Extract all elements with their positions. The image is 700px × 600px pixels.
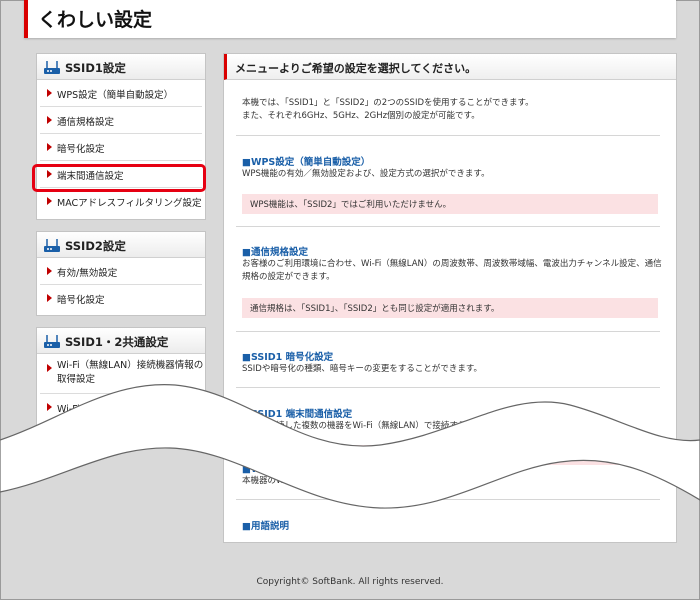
divider: [236, 499, 660, 500]
section-note: 通信規格は、「SSID1」、「SSID2」とも同じ設定が適用されます。: [242, 298, 658, 318]
sidebar-item-enable-disable[interactable]: 有効/無効設定: [40, 258, 202, 285]
footer-copyright: Copyright© SoftBank. All rights reserved…: [256, 577, 444, 587]
main-heading: メニューよりご希望の設定を選択してください。: [224, 54, 676, 80]
intro-text: 本機では、「SSID1」と「SSID2」の2つのSSIDを使用することができます…: [242, 98, 534, 121]
section-desc: SSIDや暗号化の種類、暗号キーの変更をすることができます。: [242, 364, 482, 374]
section-note: WPS機能は、「SSID2」ではご利用いただけません。: [242, 194, 658, 214]
sidebar-panel-ssid1: SSID1設定 WPS設定（簡単自動設定） 通信規格設定 暗号化設定 端末間通信…: [36, 53, 206, 220]
arrow-right-icon: [47, 267, 52, 275]
sidebar-panel-ssid2: SSID2設定 有効/無効設定 暗号化設定: [36, 231, 206, 316]
divider: [236, 226, 660, 227]
divider: [236, 135, 660, 136]
section-desc: 本機器のWi-Fi（無線LAN）: [242, 476, 348, 486]
sidebar-panel-common: SSID1・2共通設定 Wi-Fi（無線LAN）接続機器情報の取得設定 Wi-F…: [36, 327, 206, 447]
sidebar-panel-title: SSID2設定: [65, 239, 126, 253]
section-title-glossary[interactable]: ■用語説明: [242, 518, 289, 532]
sidebar-item-wifi[interactable]: Wi-Fi（無線LAN）: [40, 394, 202, 421]
arrow-right-icon: [47, 143, 52, 151]
sidebar-panel-heading: SSID1・2共通設定: [37, 328, 205, 354]
sidebar-item-label: 通信規格設定: [57, 117, 115, 128]
arrow-right-icon: [47, 294, 52, 302]
arrow-right-icon: [47, 364, 52, 372]
sidebar-item-label: MACアドレスフィルタリング設定: [57, 198, 202, 209]
page-title: くわしい設定: [38, 9, 153, 31]
sidebar-item-standard[interactable]: 通信規格設定: [40, 107, 202, 134]
router-icon: [44, 61, 60, 74]
sidebar-item-label: Wi-Fi（無線LAN）: [57, 404, 137, 415]
main-heading-text: メニューよりご希望の設定を選択してください。: [235, 62, 477, 75]
section-desc: WPS機能の有効／無効設定および、設定方式の選択ができます。: [242, 169, 490, 179]
section-desc: 本機に接続した複数の機器をWi-Fi（無線LAN）で接続する場合の機器間の通信設…: [242, 421, 611, 431]
section-title-standard[interactable]: ■通信規格設定: [242, 244, 308, 258]
arrow-right-icon: [47, 89, 52, 97]
section-title-wifi[interactable]: ■Wi-Fi（無線LAN）: [242, 461, 338, 475]
arrow-right-icon: [47, 197, 52, 205]
sidebar-item-device-info[interactable]: Wi-Fi（無線LAN）接続機器情報の取得設定: [40, 354, 203, 394]
router-icon: [44, 239, 60, 252]
sidebar-panel-heading: SSID2設定: [37, 232, 205, 258]
section-title-encryption[interactable]: ■SSID1 暗号化設定: [242, 349, 333, 363]
sidebar-panel-title: SSID1・2共通設定: [65, 335, 169, 349]
section-desc: お客様のご利用環境に合わせ、Wi-Fi（無線LAN）の周波数帯、周波数帯域幅、電…: [242, 259, 662, 282]
sidebar-item-label: 暗号化設定: [57, 295, 105, 306]
sidebar-item-encryption[interactable]: 暗号化設定: [40, 134, 202, 161]
arrow-right-icon: [47, 403, 52, 411]
sidebar-item-label: Wi-Fi（無線LAN）接続機器情報の取得設定: [57, 360, 204, 385]
page-header: くわしい設定: [24, 0, 676, 38]
sidebar-item-mac-filter[interactable]: MACアドレスフィルタリング設定: [40, 188, 202, 215]
divider: [236, 387, 660, 388]
sidebar-item-wps[interactable]: WPS設定（簡単自動設定）: [40, 80, 202, 107]
section-title-wps[interactable]: ■WPS設定（簡単自動設定）: [242, 154, 370, 168]
sidebar-item-label: WPS設定（簡単自動設定）: [57, 90, 174, 101]
main-panel: メニューよりご希望の設定を選択してください。 本機では、「SSID1」と「SSI…: [223, 53, 677, 543]
sidebar-panel-heading: SSID1設定: [37, 54, 205, 80]
section-title-terminal[interactable]: ■SSID1 端末間通信設定: [242, 406, 352, 420]
selection-highlight: [32, 164, 206, 192]
arrow-right-icon: [47, 116, 52, 124]
sidebar-item-label: 有効/無効設定: [57, 268, 118, 279]
router-icon: [44, 335, 60, 348]
sidebar-item-ssid2-encryption[interactable]: 暗号化設定: [40, 285, 202, 312]
divider: [236, 331, 660, 332]
sidebar-panel-title: SSID1設定: [65, 61, 126, 75]
sidebar-item-label: 暗号化設定: [57, 144, 105, 155]
